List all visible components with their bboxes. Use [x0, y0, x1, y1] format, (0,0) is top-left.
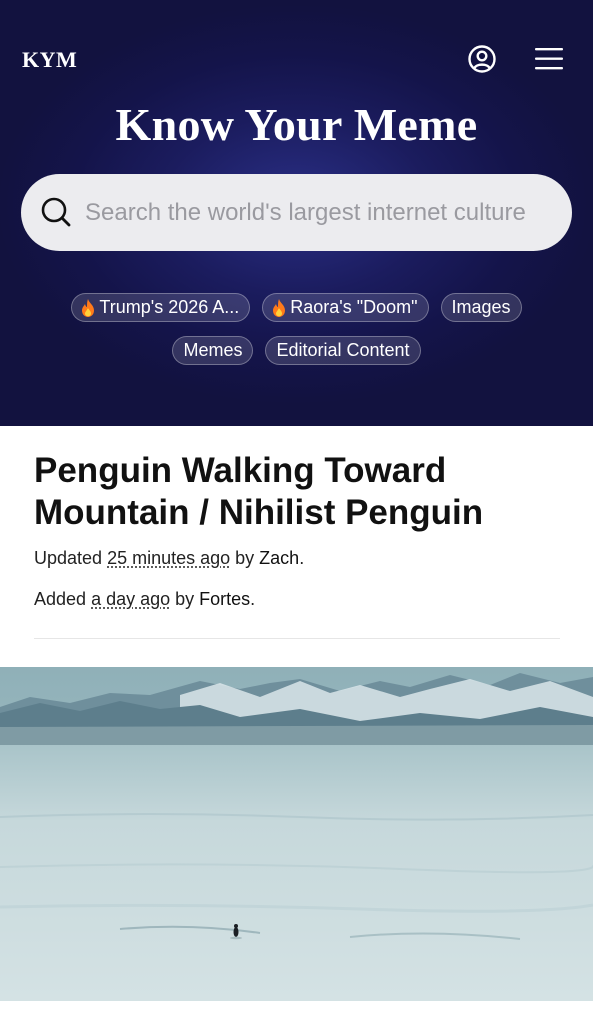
period: .: [250, 589, 256, 609]
menu-button[interactable]: [533, 45, 565, 73]
added-author-link[interactable]: Fortes: [199, 589, 250, 609]
article-title-line-1: Penguin Walking Toward: [34, 451, 447, 490]
chip-memes[interactable]: Memes: [172, 336, 254, 365]
chips-row-2: Memes Editorial Content: [0, 336, 593, 365]
updated-meta: Updated 25 minutes ago by Zach.: [34, 548, 304, 569]
updated-author-link[interactable]: Zach: [259, 548, 299, 568]
divider: [34, 638, 560, 639]
hamburger-menu-icon: [535, 48, 563, 70]
fire-icon: [82, 298, 95, 317]
chip-trending-trump[interactable]: Trump's 2026 A...: [71, 293, 251, 322]
search-icon: [41, 197, 71, 227]
updated-time-link[interactable]: 25 minutes ago: [107, 548, 230, 568]
account-circle-icon: [468, 45, 496, 73]
added-meta: Added a day ago by Fortes.: [34, 589, 255, 610]
search-bar[interactable]: [21, 174, 572, 251]
chip-images[interactable]: Images: [440, 293, 522, 322]
penguin-landscape-image[interactable]: [0, 667, 593, 1001]
by-label: by: [170, 589, 200, 609]
chips-row-1: Trump's 2026 A... Raora's "Doom" Images: [0, 293, 593, 322]
added-time-link[interactable]: a day ago: [91, 589, 170, 609]
chip-label: Images: [451, 297, 511, 317]
search-input[interactable]: [83, 174, 572, 251]
chip-trending-raora[interactable]: Raora's "Doom": [262, 293, 429, 322]
chip-label: Memes: [183, 340, 243, 360]
fire-icon: [273, 298, 286, 317]
site-header: KYM Know Your Meme Trump's 2026 A...: [0, 0, 593, 426]
chip-label: Raora's "Doom": [290, 297, 418, 317]
updated-label: Updated: [34, 548, 108, 568]
account-button[interactable]: [467, 44, 497, 74]
site-logo[interactable]: KYM: [22, 47, 77, 73]
by-label: by: [230, 548, 260, 568]
period: .: [299, 548, 305, 568]
site-title: Know Your Meme: [115, 99, 478, 150]
chip-label: Editorial Content: [276, 340, 410, 360]
added-label: Added: [34, 589, 92, 609]
chip-editorial-content[interactable]: Editorial Content: [265, 336, 421, 365]
article-title-line-2: Mountain / Nihilist Penguin: [34, 493, 484, 532]
article-title: Penguin Walking Toward Mountain / Nihili…: [34, 450, 564, 534]
chip-label: Trump's 2026 A...: [99, 297, 240, 317]
